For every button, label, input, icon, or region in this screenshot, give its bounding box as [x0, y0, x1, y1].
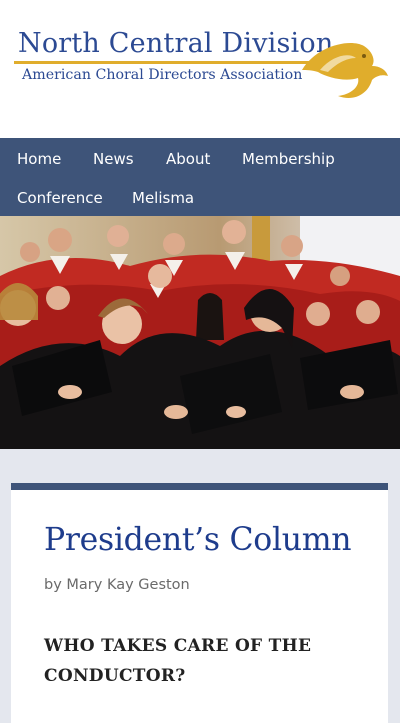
site-header: North Central Division American Choral D…: [0, 0, 400, 138]
nav-item-membership[interactable]: Membership: [242, 150, 335, 168]
choir-photo: [0, 216, 400, 449]
logo-divider: [14, 61, 314, 64]
byline-prefix: by: [44, 577, 62, 593]
bird-logo-icon[interactable]: [298, 36, 390, 108]
nav-item-home[interactable]: Home: [17, 150, 61, 168]
nav-item-melisma[interactable]: Melisma: [132, 189, 194, 207]
nav-item-news[interactable]: News: [93, 150, 134, 168]
post-subheading: WHO TAKES CARE OF THE CONDUCTOR?: [44, 636, 312, 686]
hero-image: [0, 216, 400, 449]
post-byline: by Mary Kay Geston: [44, 577, 190, 593]
nav-item-about[interactable]: About: [166, 150, 210, 168]
main-nav: Home News About Membership Conference Me…: [0, 138, 400, 216]
post-title[interactable]: President’s Column: [44, 522, 352, 558]
author-link[interactable]: Mary Kay Geston: [66, 577, 189, 593]
article-card: President’s Column by Mary Kay Geston WH…: [11, 483, 388, 723]
site-title[interactable]: North Central Division: [18, 28, 333, 59]
nav-item-conference[interactable]: Conference: [17, 189, 103, 207]
site-subtitle: American Choral Directors Association: [22, 67, 303, 83]
